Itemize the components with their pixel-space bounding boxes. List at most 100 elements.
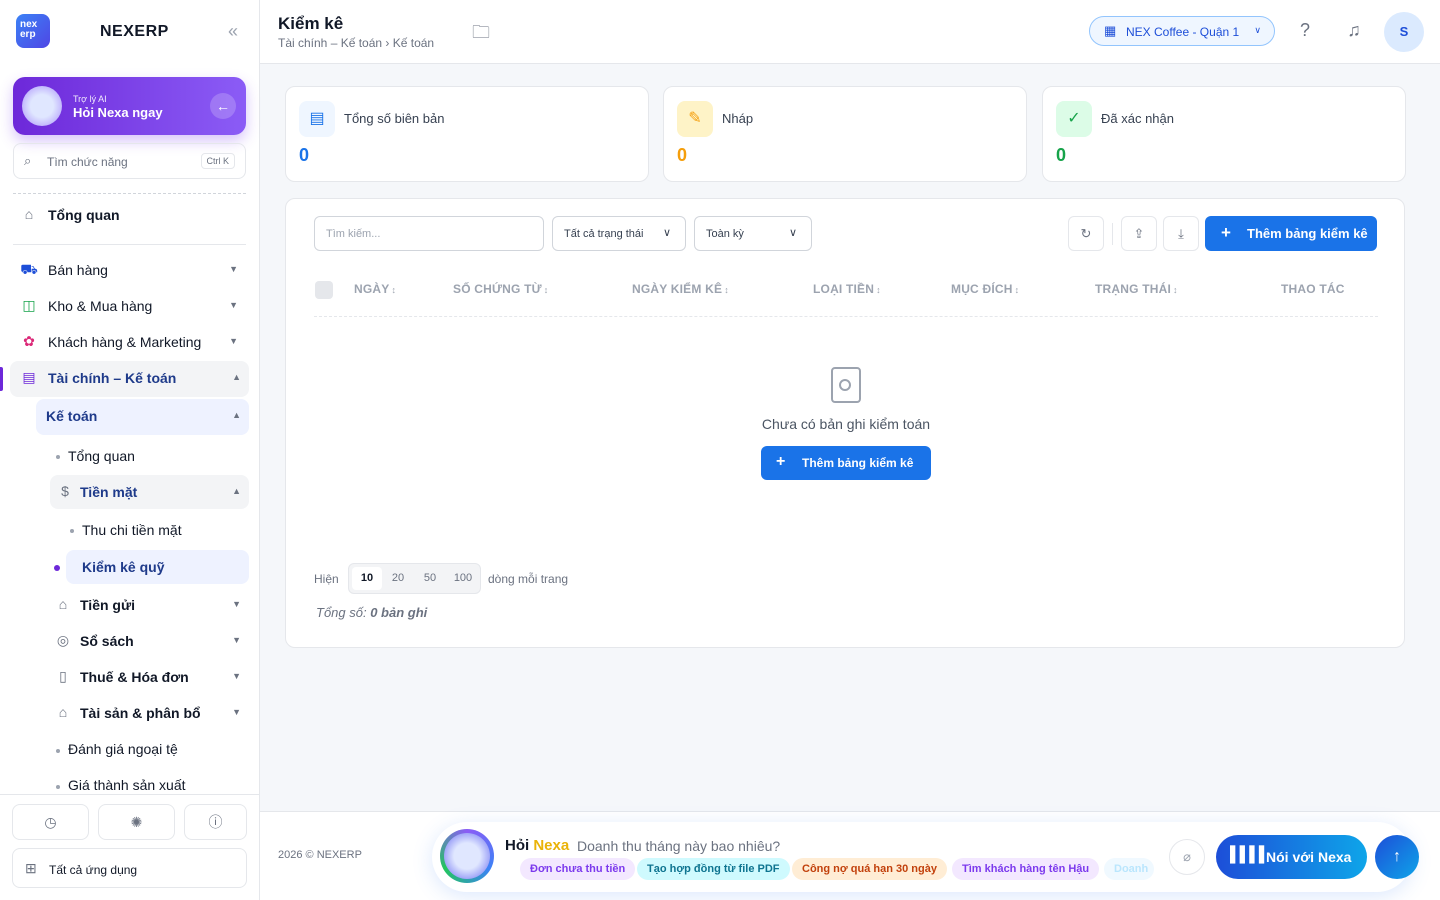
column-header[interactable]: NGÀY KIỂM KÊ ↕ [632, 282, 729, 296]
page-size-selector: 10 20 50 100 [348, 563, 481, 594]
sidebar-item-finance[interactable]: ▤ Tài chính – Kế toán ▲ [10, 361, 249, 397]
upload-icon[interactable]: ⇪ [1121, 216, 1157, 251]
home-icon: ⌂ [58, 704, 68, 720]
empty-add-button[interactable]: + Thêm bảng kiểm kê [761, 446, 931, 480]
stat-value: 0 [1056, 145, 1067, 165]
ask-input[interactable]: Doanh thu tháng này bao nhiêu? [577, 838, 780, 854]
stat-card-confirmed: ✓ Đã xác nhận 0 [1042, 86, 1406, 182]
function-search-input[interactable]: ⌕ Tìm chức năng Ctrl K [13, 143, 246, 179]
calculator-icon: ▤ [22, 369, 36, 385]
sidebar-item-cash-flow[interactable]: Thu chi tiền mặt [66, 513, 249, 547]
bell-icon[interactable]: ♫ [1342, 18, 1366, 42]
suggestion-chip[interactable]: Doanh [1104, 858, 1154, 880]
all-apps-button[interactable]: ⊞ Tất cả ứng dụng [12, 848, 247, 888]
stat-value: 0 [677, 145, 688, 165]
sidebar-item-cash-count[interactable]: Kiểm kê quỹ [66, 550, 249, 584]
breadcrumb[interactable]: Tài chính – Kế toán › Kế toán [278, 36, 434, 50]
help-icon[interactable]: ? [1293, 18, 1317, 42]
collapse-sidebar-icon[interactable]: « [228, 21, 238, 42]
top-header: Kiểm kê Tài chính – Kế toán › Kế toán 🗀 … [260, 0, 1440, 64]
suggestion-chip[interactable]: Công nợ quá hạn 30 ngày [792, 858, 947, 880]
divider [1112, 223, 1113, 245]
document-icon: ▤ [299, 101, 335, 137]
sidebar: nex erp NEXERP « Trợ lý AI Hỏi Nexa ngay… [0, 0, 260, 900]
column-header[interactable]: SỐ CHỨNG TỪ ↕ [453, 282, 548, 296]
download-icon[interactable]: ⤓ [1163, 216, 1199, 251]
column-header[interactable]: NGÀY ↕ [354, 282, 396, 296]
page-size-option[interactable]: 50 [415, 572, 445, 584]
pencil-icon: ✎ [677, 101, 713, 137]
check-circle-icon: ✓ [1056, 101, 1092, 137]
avatar[interactable]: S [1384, 12, 1424, 52]
nexa-avatar [22, 86, 62, 126]
logo[interactable]: nex erp [16, 14, 50, 48]
arrow-left-icon[interactable]: ← [210, 93, 236, 119]
show-label: Hiện [314, 572, 339, 586]
search-input[interactable]: Tìm kiếm... [314, 216, 544, 251]
grid-icon: ⊞ [25, 860, 37, 876]
total-count: Tổng số: 0 bản ghi [316, 605, 428, 620]
brand-name: NEXERP [100, 23, 169, 40]
home-icon: ⌂ [24, 206, 34, 222]
records-panel: Tìm kiếm... Tất cả trạng thái ∨ Toàn kỳ … [285, 198, 1405, 648]
sidebar-item-acc-overview[interactable]: Tổng quan [50, 439, 249, 473]
suggestion-chip[interactable]: Tìm khách hàng tên Hậu [952, 858, 1100, 880]
bug-icon[interactable]: ✺ [98, 804, 175, 840]
branch-selector[interactable]: ▦ NEX Coffee - Quận 1 ∨ [1089, 16, 1275, 46]
shortcut-badge: Ctrl K [200, 153, 235, 169]
stat-label: Tổng số biên bản [344, 111, 445, 126]
chevron-down-icon: ▼ [232, 599, 241, 609]
waveform-icon: ▌▌▌▌ [1230, 846, 1270, 863]
sidebar-item-sales[interactable]: ⛟ Bán hàng ▼ [20, 253, 246, 287]
talk-to-nexa-button[interactable]: ▌▌▌▌ Nói với Nexa [1216, 835, 1367, 879]
sidebar-item-overview[interactable]: ⌂ Tổng quan [20, 198, 246, 232]
column-header[interactable]: TRẠNG THÁI ↕ [1095, 282, 1178, 296]
page-size-option[interactable]: 20 [383, 572, 413, 584]
chevron-down-icon: ▼ [229, 336, 238, 346]
add-inventory-button[interactable]: + Thêm bảng kiểm kê [1205, 216, 1377, 251]
all-apps-label: Tất cả ứng dụng [49, 863, 138, 877]
history-icon[interactable]: ◷ [12, 804, 89, 840]
sidebar-item-fx[interactable]: Đánh giá ngoại tệ [50, 732, 249, 766]
sidebar-item-stock[interactable]: ◫ Kho & Mua hàng ▼ [20, 289, 246, 323]
chevron-down-icon: ▼ [229, 264, 238, 274]
stat-card-total: ▤ Tổng số biên bản 0 [285, 86, 649, 182]
chevron-down-icon: ▼ [229, 300, 238, 310]
plus-icon: + [1221, 223, 1231, 242]
ask-nexa-card[interactable]: Trợ lý AI Hỏi Nexa ngay ← [13, 77, 246, 135]
column-header[interactable]: MỤC ĐÍCH ↕ [951, 282, 1019, 296]
page-size-option[interactable]: 10 [352, 567, 382, 590]
chevron-down-icon: ∨ [662, 227, 671, 239]
suggestion-chip[interactable]: Tạo hợp đồng từ file PDF [637, 858, 790, 880]
folder-icon[interactable]: 🗀 [472, 20, 490, 50]
active-bullet [54, 565, 60, 571]
attach-icon[interactable]: ⌀ [1169, 839, 1205, 875]
send-arrow-icon[interactable]: ↑ [1375, 835, 1419, 879]
page-size-option[interactable]: 100 [448, 572, 478, 584]
sidebar-item-accounting[interactable]: Kế toán ▲ [36, 399, 249, 435]
sidebar-item-deposit[interactable]: ⌂ Tiền gửi ▼ [54, 588, 249, 622]
copyright: 2026 © NEXERP [278, 849, 362, 861]
file-search-icon [831, 367, 861, 403]
sidebar-item-assets[interactable]: ⌂ Tài sản & phân bổ ▼ [54, 696, 249, 730]
suggestion-chip[interactable]: Đơn chưa thu tiền [520, 858, 636, 880]
logo-row: nex erp NEXERP « [16, 14, 246, 50]
select-all-checkbox[interactable] [315, 281, 333, 299]
table-header: NGÀY ↕ SỐ CHỨNG TỪ ↕ NGÀY KIỂM KÊ ↕ LOẠI TI… [314, 271, 1378, 317]
sidebar-item-cost[interactable]: Giá thành sản xuất [50, 768, 249, 792]
sidebar-item-crm[interactable]: ✿ Khách hàng & Marketing ▼ [20, 325, 246, 359]
period-filter[interactable]: Toàn kỳ ∨ [694, 216, 812, 251]
column-header: THAO TÁC [1281, 282, 1345, 296]
store-icon: ▦ [1104, 23, 1117, 38]
chevron-up-icon: ▲ [232, 372, 241, 382]
sidebar-item-tax[interactable]: ▯ Thuế & Hóa đơn ▼ [54, 660, 249, 694]
sidebar-item-books[interactable]: ◎ Sổ sách ▼ [54, 624, 249, 658]
stat-label: Nháp [722, 111, 754, 126]
cart-icon: ⛟ [20, 261, 38, 277]
column-header[interactable]: LOẠI TIỀN ↕ [813, 282, 881, 296]
alert-icon[interactable]: ⓘ [184, 804, 247, 840]
status-filter[interactable]: Tất cả trạng thái ∨ [552, 216, 686, 251]
refresh-icon[interactable]: ↻ [1068, 216, 1104, 251]
stat-label: Đã xác nhận [1101, 111, 1174, 126]
sidebar-item-cash[interactable]: $ Tiền mặt ▲ [50, 475, 249, 509]
